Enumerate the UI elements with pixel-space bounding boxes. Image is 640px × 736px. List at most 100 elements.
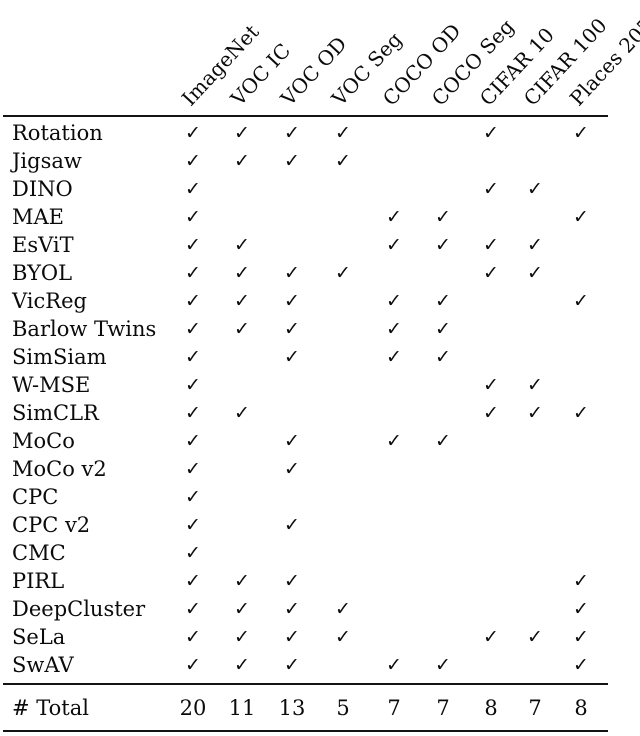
check-glyph: ✓ [185,486,201,508]
check-icon: ✓ [277,119,307,147]
check-glyph: ✓ [483,122,499,144]
check-glyph: ✓ [185,234,201,256]
column-header-row: ImageNet VOC IC VOC OD VOC Seg COCO OD COCO S… [0,0,640,115]
check-icon: ✓ [328,147,358,175]
check-glyph: ✓ [573,206,589,228]
check-icon: ✓ [178,539,208,567]
check-icon: ✓ [277,455,307,483]
table-row: W-MSE ✓ ✓ ✓ [0,371,640,399]
check-glyph: ✓ [435,206,451,228]
check-glyph: ✓ [234,570,250,592]
check-glyph: ✓ [284,626,300,648]
check-icon: ✓ [227,651,257,679]
check-icon: ✓ [178,371,208,399]
check-glyph: ✓ [386,654,402,676]
check-glyph: ✓ [284,262,300,284]
check-icon: ✓ [520,259,550,287]
check-icon: ✓ [277,651,307,679]
check-icon: ✓ [328,119,358,147]
check-icon: ✓ [227,287,257,315]
check-glyph: ✓ [335,262,351,284]
check-glyph: ✓ [234,654,250,676]
check-glyph: ✓ [185,542,201,564]
table-body: Rotation ✓ ✓ ✓ ✓ ✓ ✓ Jigsaw ✓ ✓ ✓ ✓ DINO ✓ ✓ ✓ MAE ✓ ✓ ✓ ✓ Es… [0,119,640,679]
check-icon: ✓ [428,343,458,371]
check-glyph: ✓ [435,318,451,340]
check-icon: ✓ [178,119,208,147]
check-icon: ✓ [277,343,307,371]
row-label-mae: MAE [12,205,64,229]
check-icon: ✓ [227,259,257,287]
row-label-barlow-twins: Barlow Twins [12,317,157,341]
check-glyph: ✓ [185,290,201,312]
check-icon: ✓ [277,595,307,623]
table-row: DeepCluster ✓ ✓ ✓ ✓ ✓ [0,595,640,623]
check-glyph: ✓ [185,374,201,396]
check-icon: ✓ [379,651,409,679]
check-icon: ✓ [227,567,257,595]
total-value: 7 [387,696,401,720]
check-icon: ✓ [520,231,550,259]
table-row: Jigsaw ✓ ✓ ✓ ✓ [0,147,640,175]
row-label-dino: DINO [12,177,73,201]
table-row: SeLa ✓ ✓ ✓ ✓ ✓ ✓ ✓ [0,623,640,651]
check-icon: ✓ [428,231,458,259]
check-icon: ✓ [379,427,409,455]
check-icon: ✓ [227,595,257,623]
check-glyph: ✓ [573,122,589,144]
check-glyph: ✓ [185,206,201,228]
check-glyph: ✓ [483,178,499,200]
row-label-swav: SwAV [12,653,74,677]
check-glyph: ✓ [234,122,250,144]
check-glyph: ✓ [234,234,250,256]
check-glyph: ✓ [386,206,402,228]
check-glyph: ✓ [185,346,201,368]
check-icon: ✓ [178,147,208,175]
check-icon: ✓ [178,399,208,427]
check-glyph: ✓ [386,234,402,256]
total-value: 7 [528,696,542,720]
comparison-table-figure: ImageNet VOC IC VOC OD VOC Seg COCO OD COCO S… [0,0,640,736]
table-row: VicReg ✓ ✓ ✓ ✓ ✓ ✓ [0,287,640,315]
check-icon: ✓ [277,147,307,175]
check-glyph: ✓ [234,290,250,312]
check-glyph: ✓ [527,402,543,424]
check-icon: ✓ [178,567,208,595]
check-icon: ✓ [328,259,358,287]
total-value: 8 [574,696,588,720]
check-icon: ✓ [328,623,358,651]
check-glyph: ✓ [185,598,201,620]
check-glyph: ✓ [185,430,201,452]
check-glyph: ✓ [185,122,201,144]
check-icon: ✓ [227,119,257,147]
row-label-esvit: EsViT [12,233,74,257]
check-glyph: ✓ [185,654,201,676]
check-glyph: ✓ [483,234,499,256]
check-icon: ✓ [178,455,208,483]
check-glyph: ✓ [483,374,499,396]
check-icon: ✓ [428,287,458,315]
row-label-byol: BYOL [12,261,73,285]
check-glyph: ✓ [527,374,543,396]
row-label-deepcluster: DeepCluster [12,597,146,621]
check-icon: ✓ [178,315,208,343]
total-value: 8 [484,696,498,720]
row-label-cpc: CPC [12,485,59,509]
check-glyph: ✓ [284,598,300,620]
check-glyph: ✓ [185,178,201,200]
table-row: Barlow Twins ✓ ✓ ✓ ✓ ✓ [0,315,640,343]
check-icon: ✓ [178,231,208,259]
check-glyph: ✓ [386,318,402,340]
check-icon: ✓ [428,651,458,679]
row-label-sela: SeLa [12,625,66,649]
check-icon: ✓ [566,119,596,147]
table-row: CPC v2 ✓ ✓ [0,511,640,539]
check-glyph: ✓ [573,570,589,592]
check-icon: ✓ [566,595,596,623]
totals-row: # Total 20 11 13 5 7 7 8 7 8 [0,692,640,724]
check-glyph: ✓ [483,402,499,424]
check-icon: ✓ [566,399,596,427]
row-label-moco: MoCo [12,429,75,453]
check-glyph: ✓ [185,514,201,536]
check-icon: ✓ [566,623,596,651]
